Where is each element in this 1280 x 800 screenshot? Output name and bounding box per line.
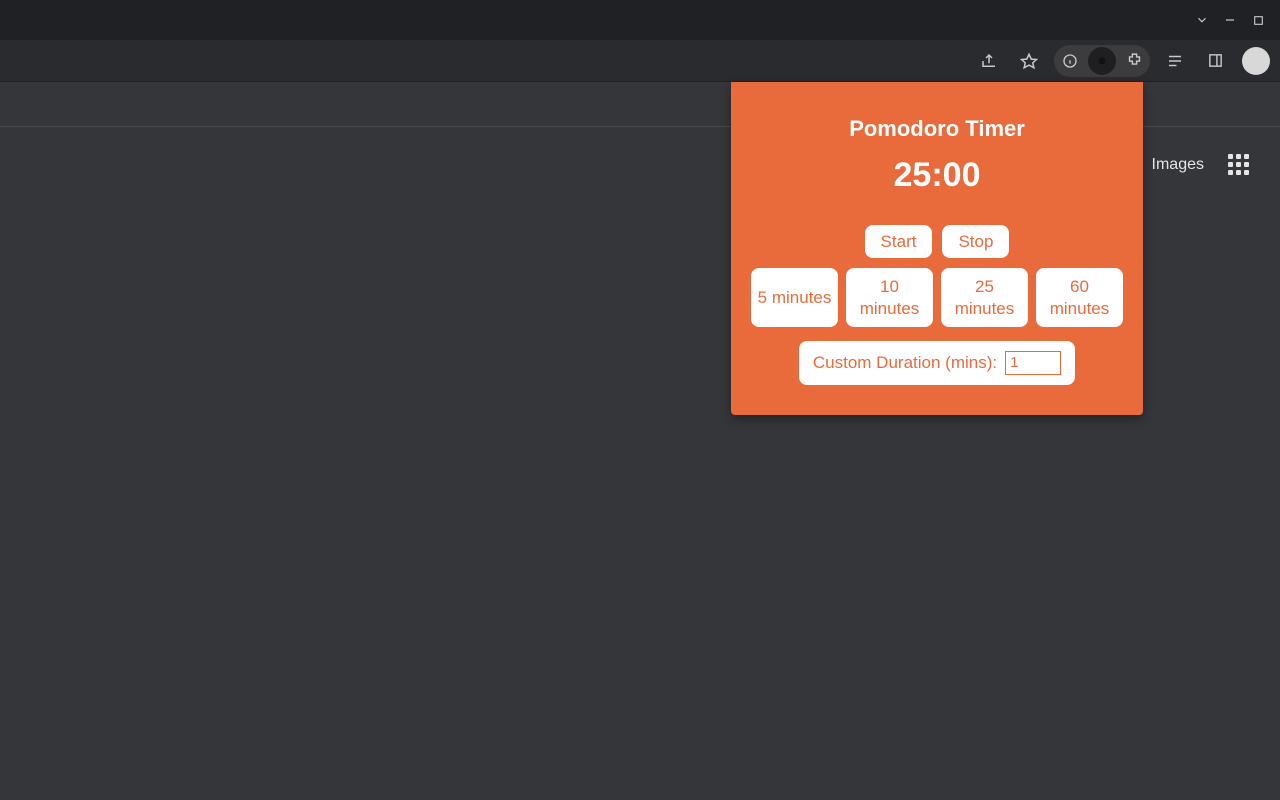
preset-10-button[interactable]: 10 minutes xyxy=(846,268,933,327)
profile-avatar[interactable] xyxy=(1242,47,1270,75)
preset-60-button[interactable]: 60 minutes xyxy=(1036,268,1123,327)
start-button[interactable]: Start xyxy=(865,225,933,258)
custom-duration-container: Custom Duration (mins): xyxy=(799,341,1075,385)
maximize-button[interactable] xyxy=(1244,6,1272,34)
site-info-icon[interactable] xyxy=(1056,47,1084,75)
active-extension-icon[interactable] xyxy=(1088,47,1116,75)
timer-display: 25:00 xyxy=(751,156,1123,195)
extension-pill xyxy=(1054,45,1150,77)
custom-duration-input[interactable] xyxy=(1005,351,1061,375)
page-top-links: Images xyxy=(1152,154,1250,176)
custom-duration-label: Custom Duration (mins): xyxy=(813,353,997,373)
preset-5-button[interactable]: 5 minutes xyxy=(751,268,838,327)
browser-toolbar xyxy=(0,40,1280,82)
apps-grid-icon[interactable] xyxy=(1228,154,1250,176)
titlebar xyxy=(0,0,1280,40)
control-row: Start Stop xyxy=(751,225,1123,258)
reading-list-icon[interactable] xyxy=(1160,46,1190,76)
bookmark-star-icon[interactable] xyxy=(1014,46,1044,76)
extensions-puzzle-icon[interactable] xyxy=(1120,47,1148,75)
preset-row: 5 minutes 10 minutes 25 minutes 60 minut… xyxy=(751,268,1123,327)
tabs-dropdown-icon[interactable] xyxy=(1188,6,1216,34)
custom-row: Custom Duration (mins): xyxy=(751,341,1123,385)
share-icon[interactable] xyxy=(974,46,1004,76)
stop-button[interactable]: Stop xyxy=(942,225,1009,258)
preset-25-button[interactable]: 25 minutes xyxy=(941,268,1028,327)
pomodoro-popup: Pomodoro Timer 25:00 Start Stop 5 minute… xyxy=(731,82,1143,415)
images-link[interactable]: Images xyxy=(1152,156,1204,174)
page-body: Images Pomodoro Timer 25:00 Start Stop 5… xyxy=(0,82,1280,800)
toolbar-icons xyxy=(974,45,1280,77)
sidepanel-icon[interactable] xyxy=(1200,46,1230,76)
popup-title: Pomodoro Timer xyxy=(751,116,1123,142)
minimize-button[interactable] xyxy=(1216,6,1244,34)
